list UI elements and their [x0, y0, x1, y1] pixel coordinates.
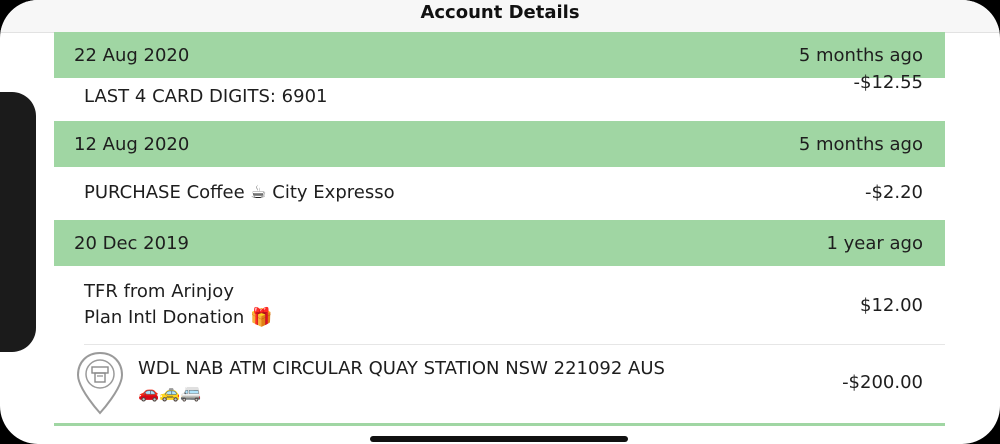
page-title: Account Details [420, 2, 580, 23]
transaction-emoji-line: 🚗🚕🚐 [138, 383, 202, 403]
transaction-description-line1: TFR from Arinjoy [84, 281, 234, 302]
transaction-amount: -$12.55 [853, 72, 923, 93]
transaction-amount: $12.00 [860, 295, 923, 316]
section-relative-time: 5 months ago [798, 44, 923, 66]
transaction-description: LAST 4 CARD DIGITS: 6901 [84, 86, 328, 107]
transactions-list[interactable]: 22 Aug 2020 5 months ago LAST 4 CARD DIG… [54, 32, 945, 444]
app-screen: Account Details 22 Aug 2020 5 months ago… [0, 0, 1000, 444]
navigation-bar: Account Details [0, 0, 1000, 33]
transaction-row[interactable]: PURCHASE Coffee ☕ City Expresso -$2.20 [54, 167, 945, 219]
section-date: 20 Dec 2019 [74, 232, 189, 254]
section-relative-time: 5 months ago [798, 133, 923, 155]
transaction-amount: -$2.20 [864, 182, 923, 203]
section-divider [54, 423, 945, 426]
device-notch [0, 92, 36, 352]
section-header: 22 Aug 2020 5 months ago [54, 32, 945, 78]
section-header: 12 Aug 2020 5 months ago [54, 121, 945, 167]
atm-location-icon [76, 351, 124, 415]
home-indicator[interactable] [370, 436, 628, 442]
transaction-row[interactable]: LAST 4 CARD DIGITS: 6901 -$12.55 [54, 72, 945, 120]
transaction-description: PURCHASE Coffee ☕ City Expresso [84, 182, 395, 203]
section-date: 22 Aug 2020 [74, 44, 190, 66]
section-relative-time: 1 year ago [826, 232, 923, 254]
transaction-row[interactable]: WDL NAB ATM CIRCULAR QUAY STATION NSW 22… [54, 345, 945, 423]
transaction-description-line1: WDL NAB ATM CIRCULAR QUAY STATION NSW 22… [138, 358, 665, 379]
section-header: 20 Dec 2019 1 year ago [54, 220, 945, 266]
transaction-row[interactable]: TFR from Arinjoy Plan Intl Donation 🎁 $1… [54, 266, 945, 344]
transaction-amount: -$200.00 [842, 372, 923, 393]
section-date: 12 Aug 2020 [74, 133, 190, 155]
transaction-description-line2: Plan Intl Donation 🎁 [84, 307, 273, 328]
